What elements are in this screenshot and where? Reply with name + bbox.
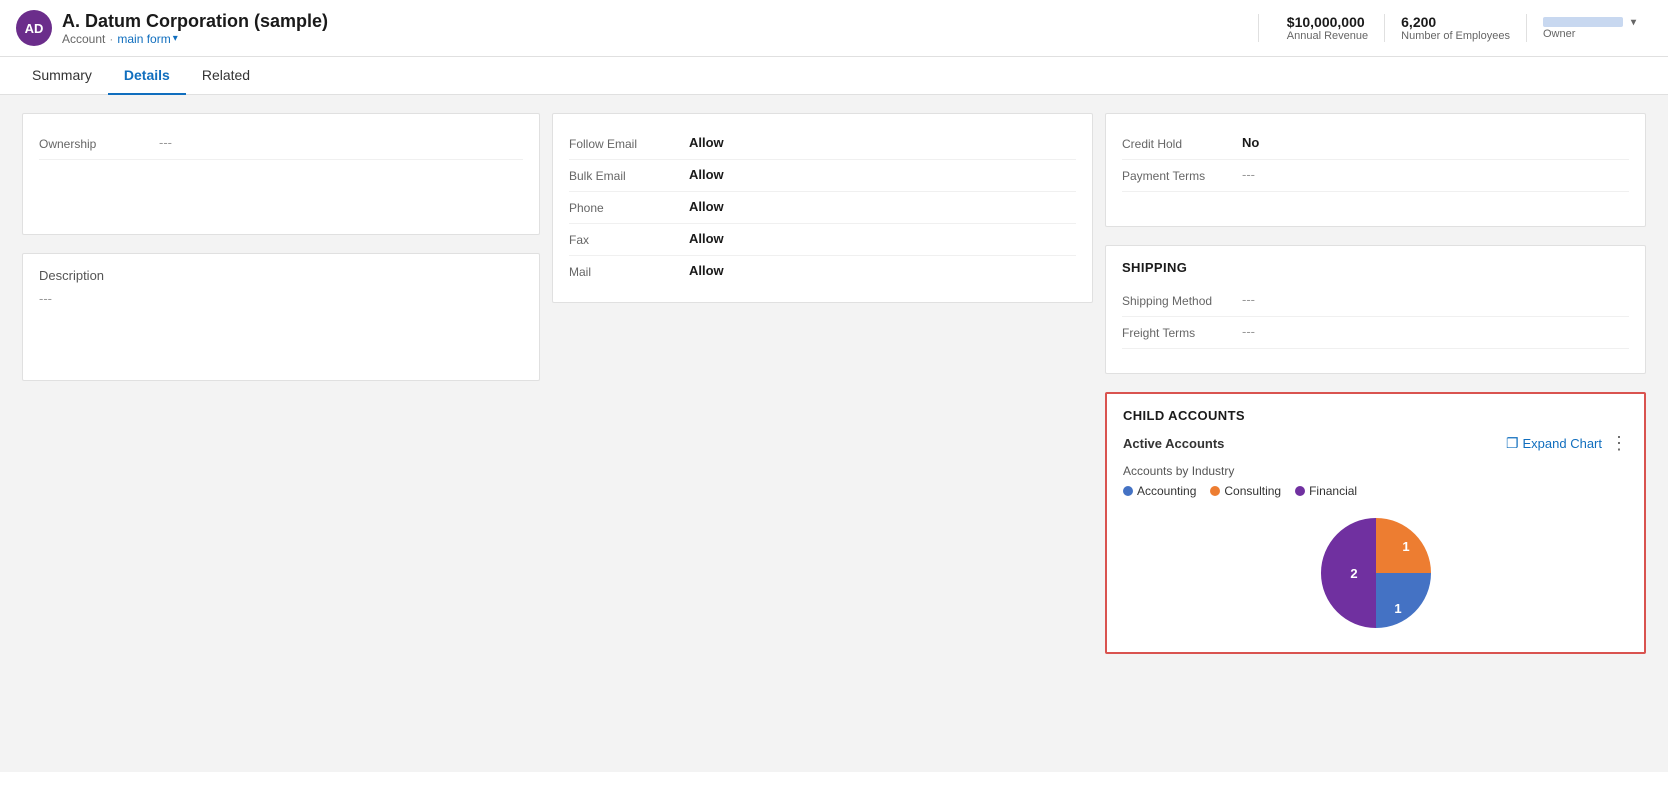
phone-value: Allow <box>689 199 724 214</box>
pie-chart: 2 1 1 <box>1311 508 1441 638</box>
mail-label: Mail <box>569 263 689 279</box>
credit-hold-row: Credit Hold No <box>1122 128 1629 160</box>
pie-financial <box>1320 518 1375 628</box>
breadcrumb: Account · main form ▾ <box>62 32 1246 46</box>
header-title: A. Datum Corporation (sample) Account · … <box>62 11 1246 46</box>
bulk-email-value: Allow <box>689 167 724 182</box>
pie-label-consulting: 1 <box>1402 539 1409 554</box>
ownership-label: Ownership <box>39 135 159 151</box>
owner-label: Owner <box>1543 28 1636 40</box>
legend-accounting: Accounting <box>1123 484 1196 498</box>
chart-more-button[interactable]: ⋮ <box>1610 433 1628 454</box>
follow-email-row: Follow Email Allow <box>569 128 1076 160</box>
breadcrumb-form-label: main form <box>117 32 170 46</box>
breadcrumb-form-link[interactable]: main form ▾ <box>117 32 177 46</box>
payment-terms-label: Payment Terms <box>1122 167 1242 183</box>
app-header: AD A. Datum Corporation (sample) Account… <box>0 0 1668 57</box>
child-accounts-panel: CHILD ACCOUNTS Active Accounts ❐ Expand … <box>1105 392 1646 654</box>
freight-terms-label: Freight Terms <box>1122 324 1242 340</box>
bulk-email-row: Bulk Email Allow <box>569 160 1076 192</box>
pie-accounting <box>1376 573 1431 628</box>
payment-terms-row: Payment Terms --- <box>1122 160 1629 192</box>
main-content: Ownership --- Description --- Follow Ema… <box>0 95 1668 772</box>
mail-row: Mail Allow <box>569 256 1076 288</box>
financial-dot <box>1295 486 1305 496</box>
child-accounts-title: CHILD ACCOUNTS <box>1123 408 1628 423</box>
shipping-method-value: --- <box>1242 292 1255 307</box>
expand-chart-label: Expand Chart <box>1523 436 1603 451</box>
owner-value: ▾ <box>1543 17 1636 28</box>
shipping-method-row: Shipping Method --- <box>1122 285 1629 317</box>
stat-employees: 6,200 Number of Employees <box>1385 14 1527 42</box>
revenue-value: $10,000,000 <box>1287 14 1368 30</box>
expand-chart-button[interactable]: ❐ Expand Chart <box>1506 435 1602 452</box>
tab-bar: Summary Details Related <box>0 57 1668 95</box>
pie-label-financial: 2 <box>1350 566 1357 581</box>
pie-chart-container: 2 1 1 <box>1123 508 1628 638</box>
follow-email-label: Follow Email <box>569 135 689 151</box>
owner-bar <box>1543 17 1623 27</box>
follow-email-value: Allow <box>689 135 724 150</box>
revenue-label: Annual Revenue <box>1287 30 1368 42</box>
chevron-down-icon[interactable]: ▾ <box>1631 17 1636 28</box>
employees-value: 6,200 <box>1401 14 1510 30</box>
freight-terms-row: Freight Terms --- <box>1122 317 1629 349</box>
stat-revenue: $10,000,000 Annual Revenue <box>1271 14 1385 42</box>
payment-terms-value: --- <box>1242 167 1255 182</box>
account-name: A. Datum Corporation (sample) <box>62 11 1246 32</box>
chart-subtitle: Accounts by Industry <box>1123 464 1628 478</box>
shipping-title: SHIPPING <box>1122 260 1629 275</box>
pie-label-accounting: 1 <box>1394 601 1401 616</box>
mail-value: Allow <box>689 263 724 278</box>
bulk-email-label: Bulk Email <box>569 167 689 183</box>
shipping-panel: SHIPPING Shipping Method --- Freight Ter… <box>1105 245 1646 374</box>
tab-summary[interactable]: Summary <box>16 57 108 95</box>
stat-owner[interactable]: ▾ Owner <box>1527 17 1652 40</box>
description-value: --- <box>39 291 523 306</box>
shipping-method-label: Shipping Method <box>1122 292 1242 308</box>
consulting-dot <box>1210 486 1220 496</box>
fax-value: Allow <box>689 231 724 246</box>
consulting-label: Consulting <box>1224 484 1281 498</box>
billing-panel: Credit Hold No Payment Terms --- <box>1105 113 1646 227</box>
employees-label: Number of Employees <box>1401 30 1510 42</box>
phone-row: Phone Allow <box>569 192 1076 224</box>
header-stats: $10,000,000 Annual Revenue 6,200 Number … <box>1258 14 1652 42</box>
ownership-value: --- <box>159 135 172 150</box>
chart-header: Active Accounts ❐ Expand Chart ⋮ <box>1123 433 1628 454</box>
credit-hold-value: No <box>1242 135 1259 150</box>
tab-details[interactable]: Details <box>108 57 186 95</box>
ownership-panel: Ownership --- <box>22 113 540 235</box>
expand-icon: ❐ <box>1506 435 1519 452</box>
accounting-label: Accounting <box>1137 484 1196 498</box>
breadcrumb-type: Account <box>62 32 105 46</box>
chevron-down-icon: ▾ <box>173 33 178 44</box>
contact-preferences-panel: Follow Email Allow Bulk Email Allow Phon… <box>552 113 1093 303</box>
fax-row: Fax Allow <box>569 224 1076 256</box>
chart-legend: Accounting Consulting Financial <box>1123 484 1628 498</box>
breadcrumb-separator: · <box>109 32 113 46</box>
right-column: Credit Hold No Payment Terms --- SHIPPIN… <box>1099 107 1652 760</box>
phone-label: Phone <box>569 199 689 215</box>
financial-label: Financial <box>1309 484 1357 498</box>
tab-related[interactable]: Related <box>186 57 266 95</box>
description-panel: Description --- <box>22 253 540 381</box>
fax-label: Fax <box>569 231 689 247</box>
middle-column: Follow Email Allow Bulk Email Allow Phon… <box>546 107 1099 760</box>
legend-consulting: Consulting <box>1210 484 1281 498</box>
left-column: Ownership --- Description --- <box>16 107 546 760</box>
freight-terms-value: --- <box>1242 324 1255 339</box>
active-accounts-title: Active Accounts <box>1123 436 1506 451</box>
accounting-dot <box>1123 486 1133 496</box>
ownership-field-row: Ownership --- <box>39 128 523 160</box>
description-title: Description <box>39 268 523 283</box>
legend-financial: Financial <box>1295 484 1357 498</box>
avatar: AD <box>16 10 52 46</box>
credit-hold-label: Credit Hold <box>1122 135 1242 151</box>
